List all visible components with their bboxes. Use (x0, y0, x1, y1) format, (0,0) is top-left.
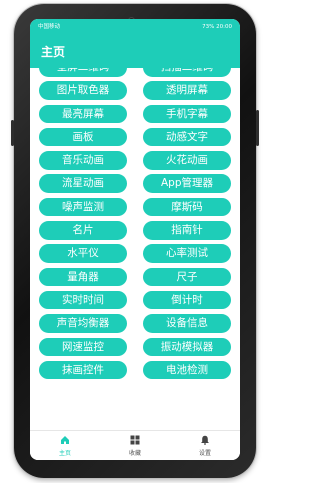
phone-screen: 中国移动 73% 20:00 主页 全屏二维码 扫描二维码 图片取色器 透明屏幕… (30, 19, 240, 460)
tool-button-color-picker[interactable]: 图片取色器 (39, 81, 127, 100)
power-button (256, 110, 259, 146)
tool-button-noise-monitor[interactable]: 噪声监测 (39, 197, 127, 217)
tool-button-device-info[interactable]: 设备信息 (143, 314, 231, 333)
tool-button-heart-rate[interactable]: 心率测试 (143, 244, 231, 263)
tool-button-music-animation[interactable]: 音乐动画 (39, 151, 127, 170)
tool-button-morse-code[interactable]: 摩斯码 (143, 197, 231, 217)
tool-button-partial-1[interactable]: 抹画控件 (39, 360, 127, 380)
nav-item-home[interactable]: 主页 (35, 431, 95, 460)
tool-list[interactable]: 全屏二维码 扫描二维码 图片取色器 透明屏幕 最亮屏幕 手机字幕 画板 动感文字… (30, 68, 240, 430)
app-bar: 主页 (30, 36, 240, 68)
tool-button-sound-equalizer[interactable]: 声音均衡器 (39, 314, 127, 333)
tool-button-business-card[interactable]: 名片 (39, 221, 127, 240)
nav-item-settings[interactable]: 设置 (175, 431, 235, 460)
tool-button-fullscreen-qrcode[interactable]: 全屏二维码 (39, 68, 127, 77)
nav-item-favorites[interactable]: 收藏 (105, 431, 165, 460)
tool-button-countdown[interactable]: 倒计时 (143, 290, 231, 310)
tool-button-phone-subtitle[interactable]: 手机字幕 (143, 104, 231, 124)
tool-button-level[interactable]: 水平仪 (39, 244, 127, 263)
tool-button-brightest-screen[interactable]: 最亮屏幕 (39, 104, 127, 124)
tool-button-app-manager[interactable]: App管理器 (143, 174, 231, 193)
tool-button-spark-animation[interactable]: 火花动画 (143, 151, 231, 170)
tool-grid: 全屏二维码 扫描二维码 图片取色器 透明屏幕 最亮屏幕 手机字幕 画板 动感文字… (39, 68, 235, 380)
battery-time-label: 73% 20:00 (202, 24, 232, 30)
tool-button-realtime-clock[interactable]: 实时时间 (39, 290, 127, 310)
nav-label-home: 主页 (58, 450, 71, 457)
page-title: 主页 (41, 45, 66, 59)
tool-button-drawing-board[interactable]: 画板 (39, 127, 127, 147)
volume-button (11, 120, 14, 146)
tool-button-dynamic-text[interactable]: 动感文字 (143, 127, 231, 147)
home-icon (61, 436, 69, 444)
status-bar: 中国移动 73% 20:00 (30, 19, 240, 36)
tool-button-ruler[interactable]: 尺子 (143, 267, 231, 287)
carrier-label: 中国移动 (38, 24, 61, 30)
nav-label-favorites: 收藏 (128, 450, 141, 457)
tool-button-partial-2[interactable]: 电池检测 (143, 360, 231, 380)
tool-button-compass[interactable]: 指南针 (143, 221, 231, 240)
nav-label-settings: 设置 (198, 450, 211, 457)
tool-button-protractor[interactable]: 量角器 (39, 267, 127, 287)
bottom-navigation: 主页 收藏 设置 (30, 430, 240, 460)
tool-button-scan-qrcode[interactable]: 扫描二维码 (143, 68, 231, 77)
tool-button-network-speed[interactable]: 网速监控 (39, 337, 127, 357)
tool-button-vibration-simulator[interactable]: 振动模拟器 (143, 337, 231, 357)
grid-icon (130, 435, 140, 445)
tool-button-meteor-animation[interactable]: 流星动画 (39, 174, 127, 193)
tool-button-transparent-screen[interactable]: 透明屏幕 (143, 81, 231, 100)
bell-icon (201, 435, 209, 445)
